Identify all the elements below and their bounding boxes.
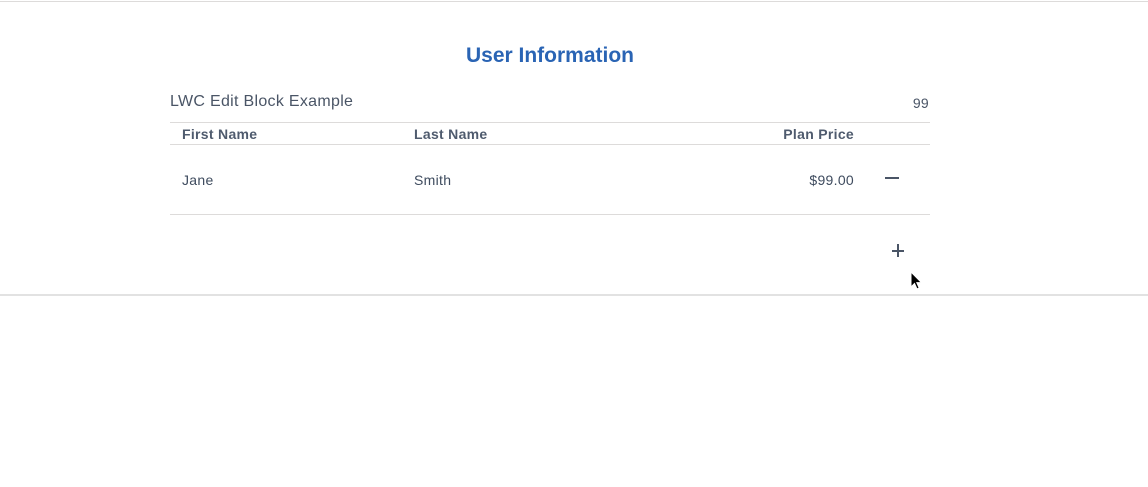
cell-actions — [854, 145, 930, 215]
bottom-divider — [0, 294, 1148, 296]
table-header: First Name Last Name Plan Price — [170, 122, 930, 145]
plus-icon-vertical-stroke — [897, 244, 899, 257]
page-title: User Information — [465, 44, 635, 67]
mouse-pointer-icon — [910, 271, 923, 290]
header-row: First Name Last Name Plan Price — [170, 122, 930, 145]
edit-block: LWC Edit Block Example 99 First Name Las… — [170, 90, 930, 215]
cell-plan-price[interactable]: $99.00 — [714, 145, 854, 215]
table-body: Jane Smith $99.00 — [170, 145, 930, 215]
column-header-plan-price: Plan Price — [783, 125, 854, 142]
column-header-actions — [854, 123, 930, 145]
column-header-first-name: First Name — [182, 125, 258, 142]
add-row-button[interactable] — [886, 239, 910, 263]
minus-icon — [885, 177, 899, 179]
block-name: LWC Edit Block Example — [170, 93, 354, 110]
user-information-card: User Information LWC Edit Block Example … — [0, 2, 1148, 294]
remove-row-button[interactable] — [880, 166, 904, 190]
cell-first-name[interactable]: Jane — [170, 145, 414, 215]
block-count: 99 — [912, 95, 929, 111]
cell-last-name[interactable]: Smith — [414, 145, 714, 215]
column-header-last-name: Last Name — [414, 125, 488, 142]
users-table: First Name Last Name Plan Price Jane Smi… — [170, 122, 930, 215]
block-header: LWC Edit Block Example 99 — [170, 90, 930, 116]
table-row: Jane Smith $99.00 — [170, 145, 930, 215]
page: User Information LWC Edit Block Example … — [0, 0, 1148, 487]
